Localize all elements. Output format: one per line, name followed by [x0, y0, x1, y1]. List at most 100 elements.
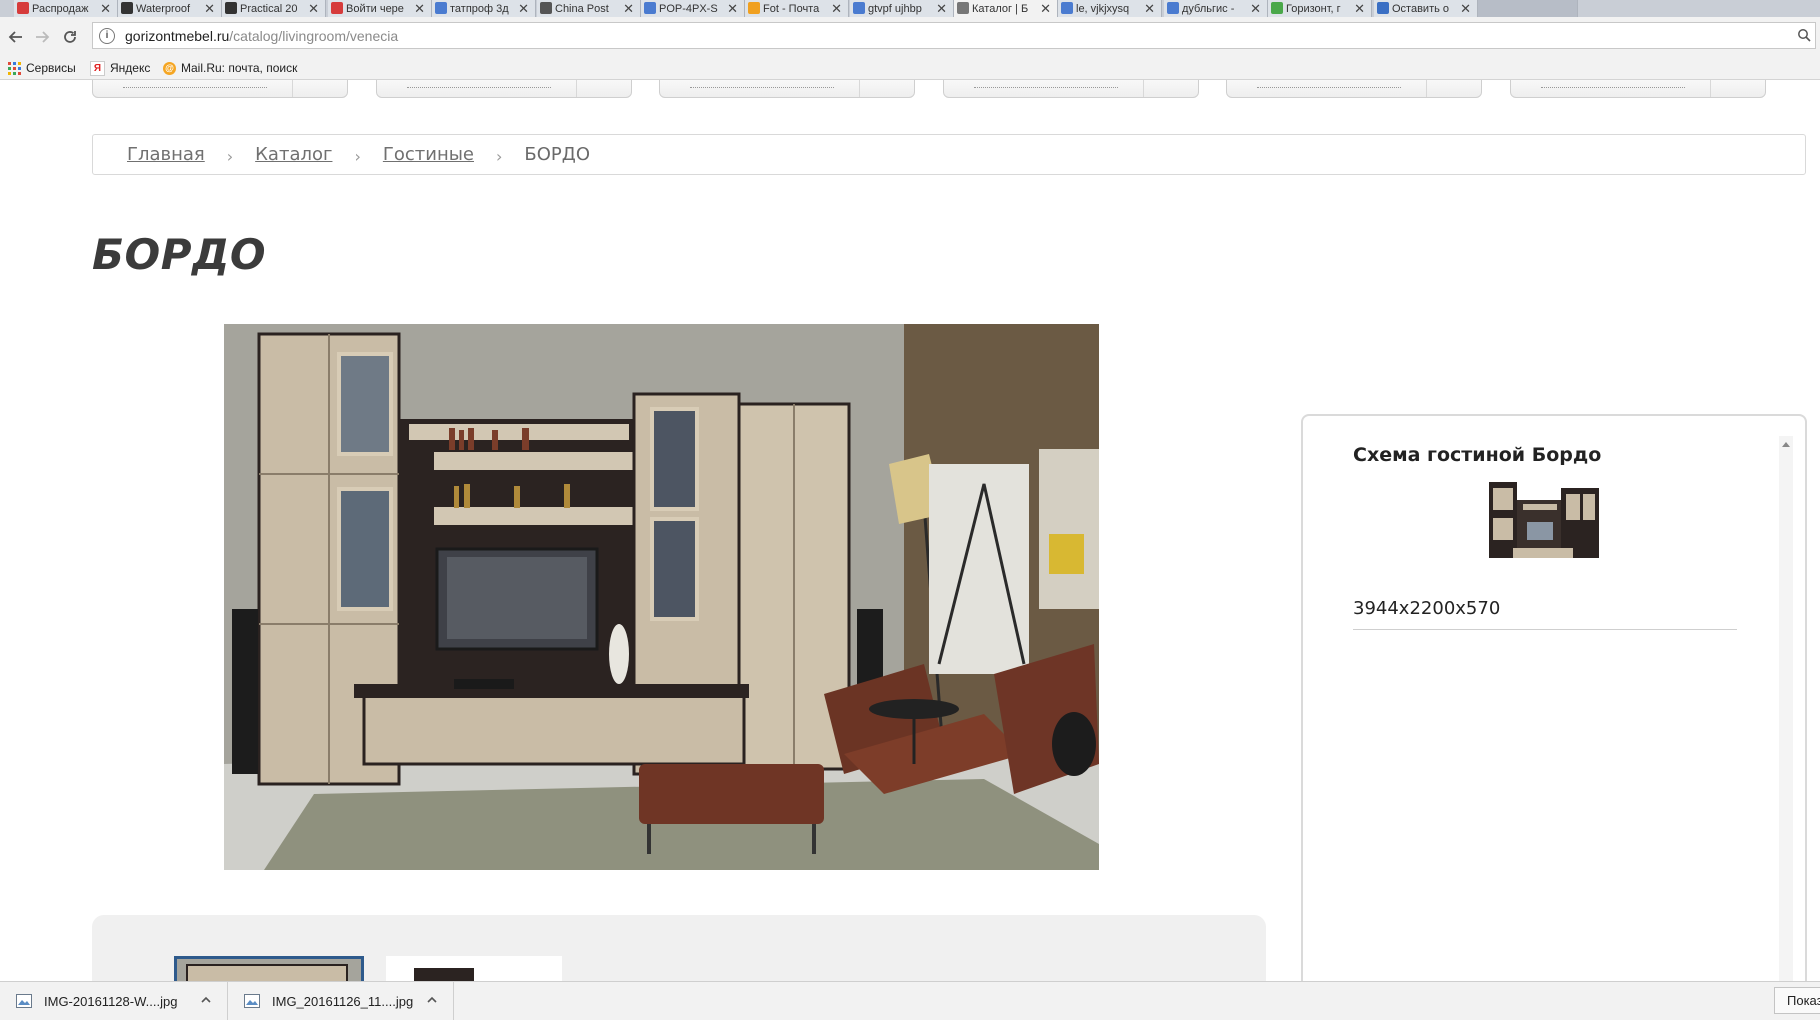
close-tab-icon[interactable]: ✕ — [727, 1, 738, 17]
browser-tab-label: Waterproof — [136, 2, 191, 15]
reload-button[interactable] — [58, 25, 82, 49]
thumbnail-2[interactable] — [386, 956, 562, 981]
browser-tab[interactable]: Оставить о ✕ — [1374, 0, 1478, 17]
close-tab-icon[interactable]: ✕ — [100, 1, 111, 17]
browser-tab[interactable]: Fot - Почта ✕ — [745, 0, 849, 17]
url-path: /catalog/livingroom/venecia — [229, 27, 399, 44]
tab-strip: Распродаж ✕ Waterproof ✕ Practical 20 ✕ Войти … — [0, 0, 1820, 17]
chevron-up-icon[interactable] — [427, 993, 437, 1008]
download-filename: IMG_20161126_11....jpg — [272, 993, 414, 1009]
2gis-icon — [1271, 2, 1283, 14]
new-tab-button[interactable] — [1478, 0, 1578, 17]
top-menu-item[interactable] — [1226, 80, 1482, 98]
breadcrumb-separator: › — [226, 147, 234, 166]
browser-tab[interactable]: Войти чере ✕ — [328, 0, 432, 17]
top-menu-item[interactable] — [943, 80, 1199, 98]
google-icon — [1061, 2, 1073, 14]
close-tab-icon[interactable]: ✕ — [936, 1, 947, 17]
bookmark-yandex[interactable]: Я Яндекс — [90, 59, 150, 77]
bookmark-mailru-label: Mail.Ru: почта, поиск — [181, 61, 298, 75]
browser-tab-label: POP-4PX-S — [659, 2, 718, 15]
breadcrumb-catalog-link[interactable]: Каталог — [255, 144, 332, 165]
scheme-panel: Схема гостиной Бордо 3944x2200x570 — [1301, 414, 1807, 981]
flamp-icon — [1377, 2, 1389, 14]
page-icon — [225, 2, 237, 14]
browser-tab[interactable]: Practical 20 ✕ — [222, 0, 326, 17]
close-tab-icon[interactable]: ✕ — [518, 1, 529, 17]
image-file-icon — [244, 994, 260, 1008]
china-post-icon — [540, 2, 552, 14]
browser-tab[interactable]: gtvpf ujhbp ✕ — [850, 0, 954, 17]
google-icon — [644, 2, 656, 14]
zoom-icon[interactable] — [1797, 28, 1811, 45]
close-tab-icon[interactable]: ✕ — [831, 1, 842, 17]
browser-tab[interactable]: Каталог | Б ✕ — [954, 0, 1058, 17]
browser-tab-label: Горизонт, г — [1286, 2, 1341, 15]
page-viewport: Главная › Каталог › Гостиные › БОРДО БОР… — [0, 80, 1820, 981]
breadcrumb-current: БОРДО — [524, 144, 591, 165]
google-icon — [1167, 2, 1179, 14]
browser-tab[interactable]: China Post ✕ — [537, 0, 641, 17]
browser-tab[interactable]: le, vjkjxysq ✕ — [1058, 0, 1162, 17]
browser-tab-label: gtvpf ujhbp — [868, 2, 922, 15]
breadcrumb-section-link[interactable]: Гостиные — [383, 144, 474, 165]
browser-tab[interactable]: POP-4PX-S ✕ — [641, 0, 745, 17]
close-tab-icon[interactable]: ✕ — [204, 1, 215, 17]
breadcrumb-home-link[interactable]: Главная — [127, 144, 205, 165]
reload-icon — [64, 31, 76, 43]
browser-tab-label: Каталог | Б — [972, 2, 1029, 15]
scheme-image[interactable] — [1483, 478, 1611, 562]
apps-grid-icon — [8, 61, 21, 75]
mailru-icon: @ — [163, 61, 176, 75]
forward-button[interactable] — [30, 25, 54, 49]
site-info-icon[interactable]: i — [99, 27, 115, 44]
jd-icon — [331, 2, 343, 14]
bookmark-mailru[interactable]: @ Mail.Ru: почта, поиск — [163, 59, 297, 77]
panel-scrollbar[interactable] — [1779, 436, 1793, 981]
breadcrumb: Главная › Каталог › Гостиные › БОРДО — [92, 134, 1806, 175]
close-tab-icon[interactable]: ✕ — [1354, 1, 1365, 17]
bookmark-yandex-label: Яндекс — [110, 61, 151, 75]
back-button[interactable] — [4, 25, 28, 49]
product-main-image[interactable] — [224, 324, 1099, 870]
browser-tab[interactable]: Waterproof ✕ — [118, 0, 222, 17]
url-host: gorizontmebel.ru — [125, 27, 230, 44]
close-tab-icon[interactable]: ✕ — [1040, 1, 1051, 17]
thumbnail-1[interactable] — [174, 956, 364, 981]
download-item[interactable]: IMG_20161126_11....jpg — [228, 982, 454, 1020]
page-title: БОРДО — [92, 230, 267, 279]
top-menu-item[interactable] — [659, 80, 915, 98]
close-tab-icon[interactable]: ✕ — [308, 1, 319, 17]
jd-icon — [17, 2, 29, 14]
browser-tab[interactable]: татпроф 3д ✕ — [432, 0, 536, 17]
top-menu-item[interactable] — [92, 80, 348, 98]
close-tab-icon[interactable]: ✕ — [1250, 1, 1261, 17]
close-tab-icon[interactable]: ✕ — [414, 1, 425, 17]
close-tab-icon[interactable]: ✕ — [623, 1, 634, 17]
bookmark-apps[interactable]: Сервисы — [8, 59, 76, 77]
close-tab-icon[interactable]: ✕ — [1460, 1, 1471, 17]
browser-tab-label: le, vjkjxysq — [1076, 2, 1130, 15]
chevron-up-icon[interactable] — [201, 993, 211, 1008]
close-tab-icon[interactable]: ✕ — [1144, 1, 1155, 17]
browser-tab[interactable]: Горизонт, г ✕ — [1268, 0, 1372, 17]
top-menu-item[interactable] — [1510, 80, 1766, 98]
thumbnail-strip — [92, 915, 1266, 981]
show-all-downloads-button[interactable]: Показать все — [1774, 987, 1820, 1014]
top-menu-item[interactable] — [376, 80, 632, 98]
browser-tab[interactable]: дубльгис - ✕ — [1164, 0, 1268, 17]
browser-tab-label: Войти чере — [346, 2, 404, 15]
google-icon — [435, 2, 447, 14]
forward-arrow-icon — [36, 31, 50, 43]
browser-tab-label: Fot - Почта — [763, 2, 820, 15]
download-item[interactable]: IMG-20161128-W....jpg — [0, 982, 228, 1020]
browser-tab[interactable]: Распродаж ✕ — [14, 0, 118, 17]
browser-tab-label: China Post — [555, 2, 609, 15]
browser-toolbar: i gorizontmebel.ru/catalog/livingroom/ve… — [0, 17, 1820, 56]
breadcrumb-separator: › — [354, 147, 361, 166]
bookmark-apps-label: Сервисы — [26, 61, 76, 75]
browser-tab-label: Распродаж — [32, 2, 89, 15]
scheme-dimensions: 3944x2200x570 — [1353, 598, 1737, 630]
google-icon — [853, 2, 865, 14]
address-bar[interactable]: i gorizontmebel.ru/catalog/livingroom/ve… — [92, 22, 1816, 49]
